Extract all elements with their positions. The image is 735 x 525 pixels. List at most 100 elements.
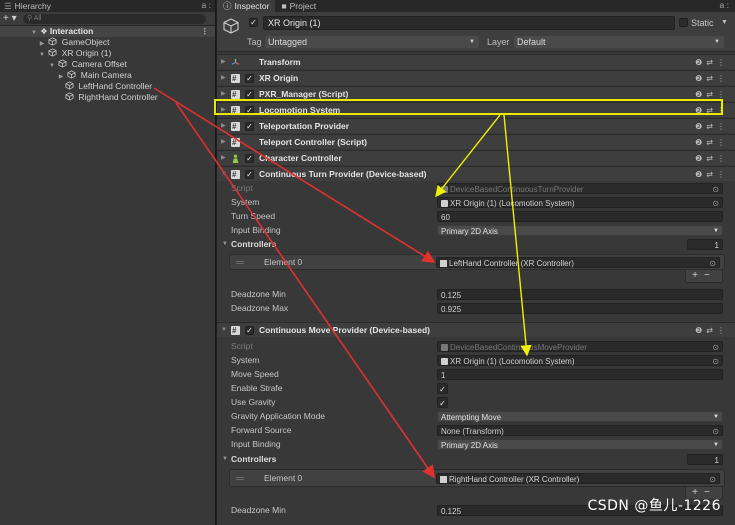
component-pxr-manager[interactable]: ▶ ✓ PXR_Manager (Script) ❷⇄⋮ [217,86,735,102]
tree-item-righthand-controller[interactable]: RightHand Controller [0,92,215,103]
tree-item-gameobject[interactable]: ▶ GameObject [0,37,215,48]
controllers-size-input[interactable]: 1 [687,454,723,465]
prop-system: System XR Origin (1) (Locomotion System)… [217,196,735,209]
static-dropdown-icon[interactable]: ▼ [721,16,728,30]
kebab-menu-icon[interactable]: ⋮ [201,26,210,37]
target-icon[interactable]: ⊙ [712,426,719,437]
tree-item-main-camera[interactable]: ▶ Main Camera [0,70,215,81]
expand-arrow-icon[interactable]: ▶ [221,55,226,70]
hierarchy-toolbar: + ▾ ⚲ All [0,12,215,26]
component-character-controller[interactable]: ▶ ✓ Character Controller ❷⇄⋮ [217,150,735,165]
list-add-remove-buttons[interactable]: +− [685,270,723,283]
component-locomotion-system[interactable]: ▶ ✓ Locomotion System ❷⇄⋮ [217,102,735,118]
expand-arrow-icon[interactable]: ▶ [221,119,226,134]
collapse-arrow-icon[interactable]: ▼ [222,453,228,466]
expand-arrow-icon[interactable]: ▶ [221,151,226,166]
component-tools[interactable]: ❷⇄⋮ [695,119,729,134]
controllers-size-input[interactable]: 1 [687,239,723,250]
collapse-arrow-icon[interactable]: ▼ [222,238,228,251]
input-binding-dropdown[interactable]: Primary 2D Axis ▼ [437,439,723,450]
component-tools[interactable]: ❷⇄⋮ [695,87,729,102]
component-teleport-controller[interactable]: ▶ Teleport Controller (Script) ❷⇄⋮ [217,134,735,150]
prop-label: Turn Speed [231,211,276,221]
active-checkbox[interactable]: ✓ [249,18,258,27]
component-tools[interactable]: ❷⇄⋮ [695,103,729,118]
component-tools[interactable]: ❷⇄⋮ [695,55,729,70]
deadzone-min-input[interactable]: 0.125 [437,289,723,300]
component-tools[interactable]: ❷⇄⋮ [695,151,729,166]
component-continuous-move-provider[interactable]: ▼ ✓ Continuous Move Provider (Device-bas… [217,322,735,338]
component-enabled-checkbox[interactable]: ✓ [245,74,254,83]
system-field[interactable]: XR Origin (1) (Locomotion System) ⊙ [437,197,723,208]
input-binding-dropdown[interactable]: Primary 2D Axis ▼ [437,225,723,236]
character-controller-icon [232,154,239,163]
hierarchy-tab[interactable]: ☰ Hierarchy a : [0,0,215,12]
hierarchy-search-input[interactable]: ⚲ All [23,13,206,24]
prop-label: Controllers [231,454,277,464]
component-tools[interactable]: ❷⇄⋮ [695,71,729,86]
tree-item-lefthand-controller[interactable]: LeftHand Controller [0,81,215,92]
tag-dropdown[interactable]: Untagged ▼ [265,36,479,48]
gameobject-name-input[interactable]: XR Origin (1) [263,16,675,30]
drag-handle-icon[interactable] [236,261,244,264]
layer-dropdown[interactable]: Default ▼ [514,36,724,48]
component-xr-origin[interactable]: ▶ ✓ XR Origin ❷⇄⋮ [217,70,735,86]
system-field[interactable]: XR Origin (1) (Locomotion System) ⊙ [437,355,723,366]
expand-arrow-icon[interactable]: ▶ [221,87,226,102]
script-icon [441,186,448,193]
target-icon[interactable]: ⊙ [712,198,719,209]
component-enabled-checkbox[interactable]: ✓ [245,106,254,115]
tab-inspector[interactable]: ⓘ Inspector [217,0,276,12]
component-tools[interactable]: ❷⇄⋮ [695,167,729,182]
target-icon[interactable]: ⊙ [712,356,719,367]
inspector-lock-menu[interactable]: a : [720,0,729,10]
component-tools[interactable]: ❷⇄⋮ [695,135,729,150]
chevron-down-icon: ▼ [469,39,475,45]
tree-item-camera-offset[interactable]: ▼ Camera Offset [0,59,215,70]
component-enabled-checkbox[interactable]: ✓ [245,122,254,131]
component-teleportation-provider[interactable]: ▶ ✓ Teleportation Provider ❷⇄⋮ [217,118,735,134]
move-speed-input[interactable]: 1 [437,369,723,380]
tree-item-interaction[interactable]: ▼ ❖ Interaction ⋮ [0,26,215,37]
component-transform[interactable]: ▶ Transform ❷⇄⋮ [217,54,735,69]
hierarchy-lock-menu[interactable]: a : [202,0,211,10]
deadzone-max-input[interactable]: 0.925 [437,303,723,314]
static-checkbox[interactable] [679,18,688,27]
element-0-field[interactable]: RightHand Controller (XR Controller) ⊙ [436,473,720,484]
forward-source-field[interactable]: None (Transform) ⊙ [437,425,723,436]
tab-project[interactable]: ■ Project [275,0,322,12]
drag-handle-icon[interactable] [236,477,244,480]
target-icon[interactable]: ⊙ [709,258,716,269]
prop-script: Script DeviceBasedContinuousTurnProvider… [217,182,735,195]
script-icon [441,358,448,365]
component-continuous-turn-provider[interactable]: ▼ ✓ Continuous Turn Provider (Device-bas… [217,166,735,182]
field-value: Primary 2D Axis [441,441,498,450]
component-tools[interactable]: ❷⇄⋮ [695,323,729,338]
prop-turn-speed: Turn Speed 60 [217,210,735,223]
element-0-field[interactable]: LeftHand Controller (XR Controller) ⊙ [436,257,720,268]
component-enabled-checkbox[interactable]: ✓ [245,90,254,99]
create-button[interactable]: + ▾ [3,13,23,24]
use-gravity-checkbox[interactable]: ✓ [437,397,448,408]
prop-input-binding: Input Binding Primary 2D Axis ▼ [217,438,735,451]
expand-arrow-icon[interactable]: ▶ [221,103,226,118]
component-enabled-checkbox[interactable]: ✓ [245,154,254,163]
component-enabled-checkbox[interactable]: ✓ [245,326,254,335]
target-icon[interactable]: ⊙ [709,474,716,485]
component-enabled-checkbox[interactable]: ✓ [245,170,254,179]
hierarchy-panel: ☰ Hierarchy a : + ▾ ⚲ All ▼ ❖ Interactio… [0,0,216,525]
chevron-down-icon: ▼ [713,414,719,420]
collapse-arrow-icon[interactable]: ▼ [221,323,227,338]
hierarchy-tab-label: Hierarchy [14,1,51,11]
prop-input-binding: Input Binding Primary 2D Axis ▼ [217,224,735,237]
tag-label: Tag [247,37,262,47]
inspector-panel: ⓘ Inspector ■ Project a : ✓ XR Origin (1… [217,0,735,525]
turn-speed-input[interactable]: 60 [437,211,723,222]
target-icon: ⊙ [712,185,719,194]
enable-strafe-checkbox[interactable]: ✓ [437,383,448,394]
expand-arrow-icon[interactable]: ▶ [221,135,226,150]
gravity-mode-dropdown[interactable]: Attempting Move ▼ [437,411,723,422]
tree-item-xr-origin[interactable]: ▼ XR Origin (1) [0,48,215,59]
collapse-arrow-icon[interactable]: ▼ [221,167,227,182]
expand-arrow-icon[interactable]: ▶ [221,71,226,86]
